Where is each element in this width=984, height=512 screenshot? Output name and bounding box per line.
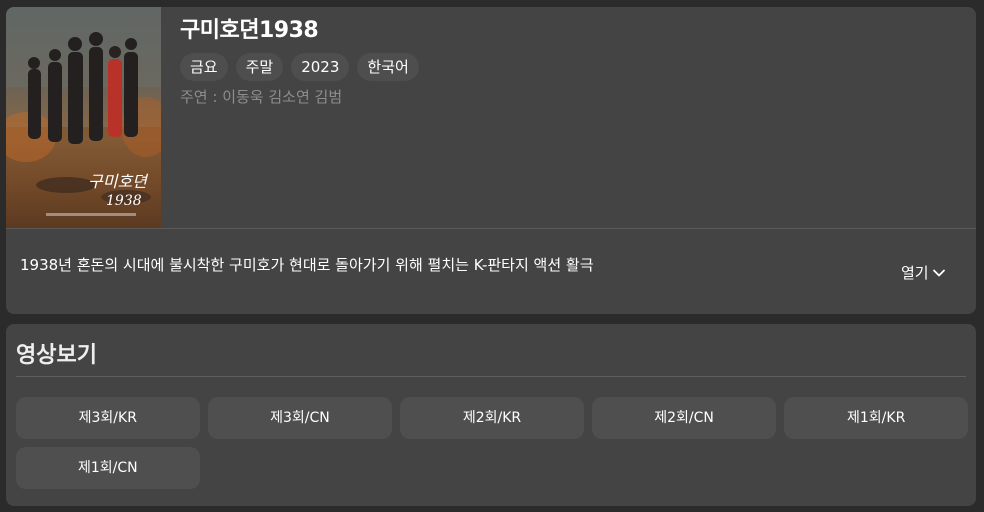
- section-title: 영상보기: [16, 343, 97, 368]
- episode-button[interactable]: 제1회/KR: [784, 397, 968, 439]
- episode-button[interactable]: 제3회/KR: [16, 397, 200, 439]
- tag-year: 2023: [291, 53, 350, 81]
- info-divider: [6, 228, 976, 229]
- tag-day: 금요: [180, 53, 228, 81]
- show-info-card: 구미호뎐 1938 구미호뎐1938 금요 주말 2023 한국어 주연 : 이…: [6, 7, 976, 314]
- tag-schedule: 주말: [235, 53, 284, 81]
- poster-logo: 구미호뎐: [88, 172, 149, 191]
- show-title: 구미호뎐1938: [180, 18, 319, 43]
- episode-button[interactable]: 제2회/CN: [592, 397, 776, 439]
- poster-logo-year: 1938: [106, 193, 142, 209]
- episode-button[interactable]: 제2회/KR: [400, 397, 584, 439]
- video-section-card: 영상보기 제3회/KR 제3회/CN 제2회/KR 제2회/CN 제1회/KR …: [6, 324, 976, 506]
- poster-artwork: 구미호뎐 1938: [6, 7, 161, 228]
- episode-button[interactable]: 제3회/CN: [208, 397, 392, 439]
- tag-language: 한국어: [357, 53, 419, 81]
- chevron-down-icon: [932, 269, 945, 276]
- episode-button[interactable]: 제1회/CN: [16, 447, 200, 489]
- section-divider: [16, 376, 966, 377]
- show-tags: 금요 주말 2023 한국어: [180, 53, 419, 81]
- drama-poster-image: 구미호뎐 1938: [6, 7, 161, 228]
- episode-list: 제3회/KR 제3회/CN 제2회/KR 제2회/CN 제1회/KR 제1회/C…: [16, 397, 968, 489]
- expand-label: 열기: [901, 264, 929, 282]
- cast-list: 주연 : 이동욱 김소연 김범: [180, 88, 343, 106]
- synopsis-text: 1938년 혼돈의 시대에 불시착한 구미호가 현대로 돌아가기 위해 펼치는 …: [20, 256, 594, 274]
- expand-synopsis-button[interactable]: 열기: [901, 262, 946, 283]
